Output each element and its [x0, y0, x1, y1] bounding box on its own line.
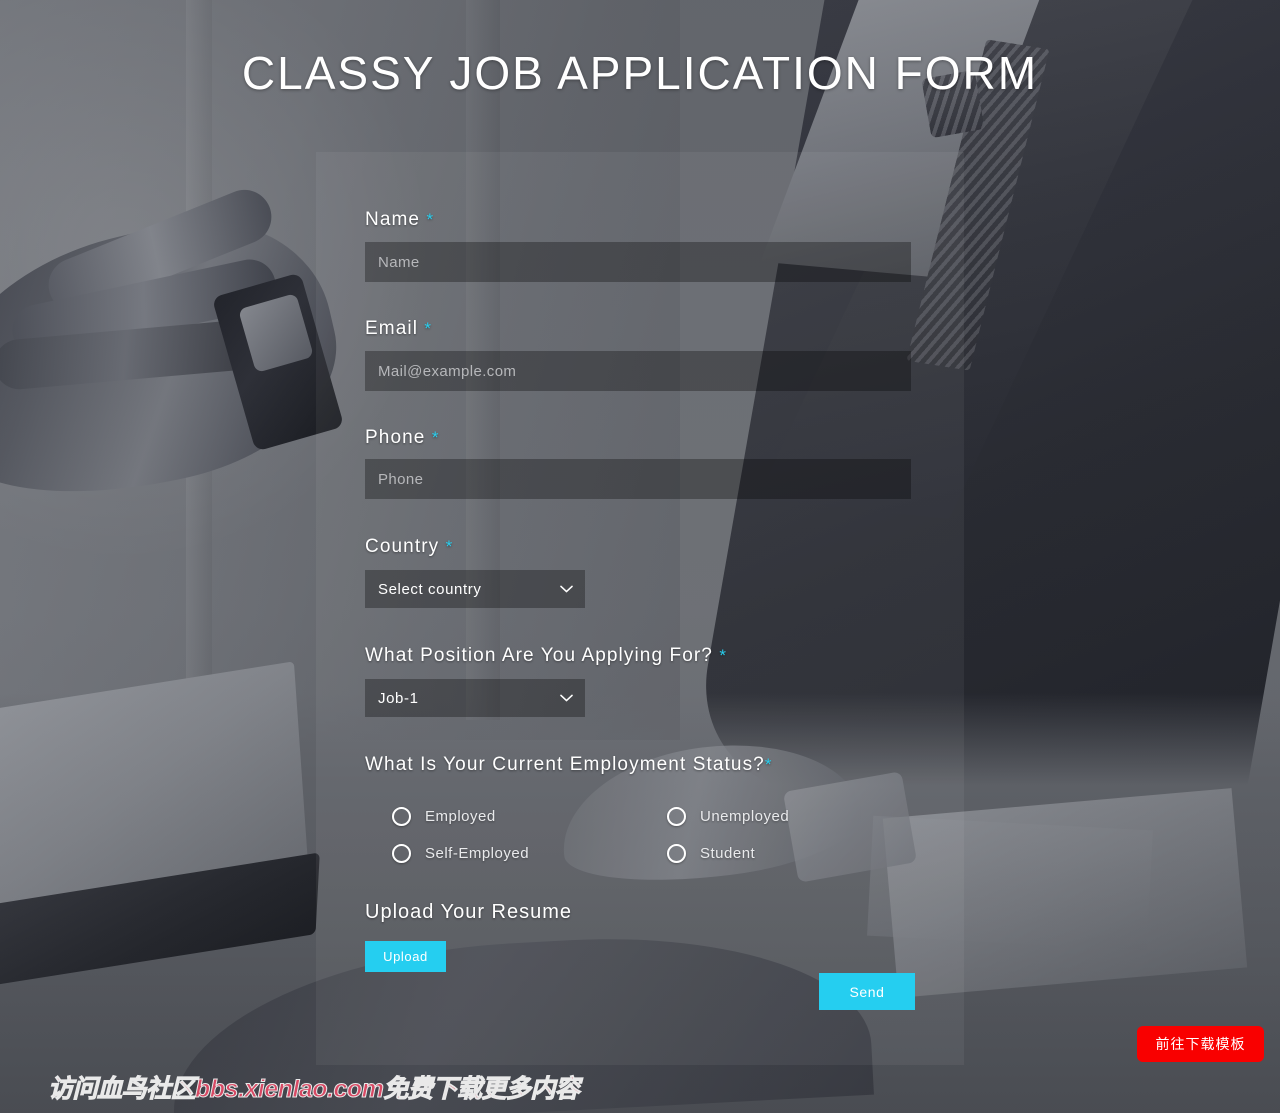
position-select[interactable]: Job-1: [365, 679, 585, 717]
required-asterisk: *: [719, 646, 726, 665]
field-group-country: Country *: [365, 536, 911, 558]
required-asterisk: *: [445, 537, 453, 556]
label-email: Email *: [365, 318, 432, 339]
label-employment-status: What Is Your Current Employment Status?*: [365, 754, 772, 775]
field-group-email: Email *: [365, 318, 911, 340]
radio-label: Student: [700, 845, 756, 862]
name-input[interactable]: [365, 242, 911, 282]
site-watermark: 访问血鸟社区bbs.xienIao.com免费下载更多内容: [47, 1075, 580, 1104]
country-select[interactable]: Select country: [365, 570, 585, 608]
page-title: CLASSY JOB APPLICATION FORM: [241, 47, 1039, 99]
field-group-position: What Position Are You Applying For? *: [365, 645, 911, 667]
required-asterisk: *: [764, 755, 772, 774]
upload-button[interactable]: Upload: [365, 941, 446, 972]
field-group-name: Name *: [365, 209, 911, 231]
email-input[interactable]: [365, 351, 911, 391]
radio-option-employed[interactable]: Employed: [392, 807, 667, 826]
radio-label: Employed: [425, 808, 496, 825]
upload-resume-heading: Upload Your Resume: [365, 901, 573, 923]
label-phone: Phone *: [365, 427, 439, 448]
label-position: What Position Are You Applying For? *: [365, 645, 726, 666]
phone-input[interactable]: [365, 459, 911, 499]
radio-circle-icon[interactable]: [667, 844, 686, 863]
label-country: Country *: [365, 536, 453, 557]
label-name: Name *: [365, 209, 434, 230]
required-asterisk: *: [431, 428, 439, 447]
employment-status-radio-group: Employed Unemployed Self-Employed Studen…: [392, 807, 852, 863]
radio-option-unemployed[interactable]: Unemployed: [667, 807, 852, 826]
radio-option-self-employed[interactable]: Self-Employed: [392, 844, 667, 863]
field-group-phone: Phone *: [365, 427, 911, 449]
radio-label: Self-Employed: [425, 845, 530, 862]
radio-label: Unemployed: [700, 808, 790, 825]
download-template-button[interactable]: 前往下载模板: [1137, 1026, 1264, 1062]
required-asterisk: *: [424, 319, 432, 338]
radio-option-student[interactable]: Student: [667, 844, 852, 863]
required-asterisk: *: [426, 210, 434, 229]
send-button[interactable]: Send: [819, 973, 915, 1010]
field-group-employment: What Is Your Current Employment Status?*: [365, 754, 911, 776]
radio-circle-icon[interactable]: [667, 807, 686, 826]
radio-circle-icon[interactable]: [392, 844, 411, 863]
position-select-wrapper[interactable]: Job-1: [365, 679, 585, 717]
country-select-wrapper[interactable]: Select country: [365, 570, 585, 608]
application-form-panel: Name * Email * Phone * Country * Select …: [316, 152, 964, 1065]
radio-circle-icon[interactable]: [392, 807, 411, 826]
